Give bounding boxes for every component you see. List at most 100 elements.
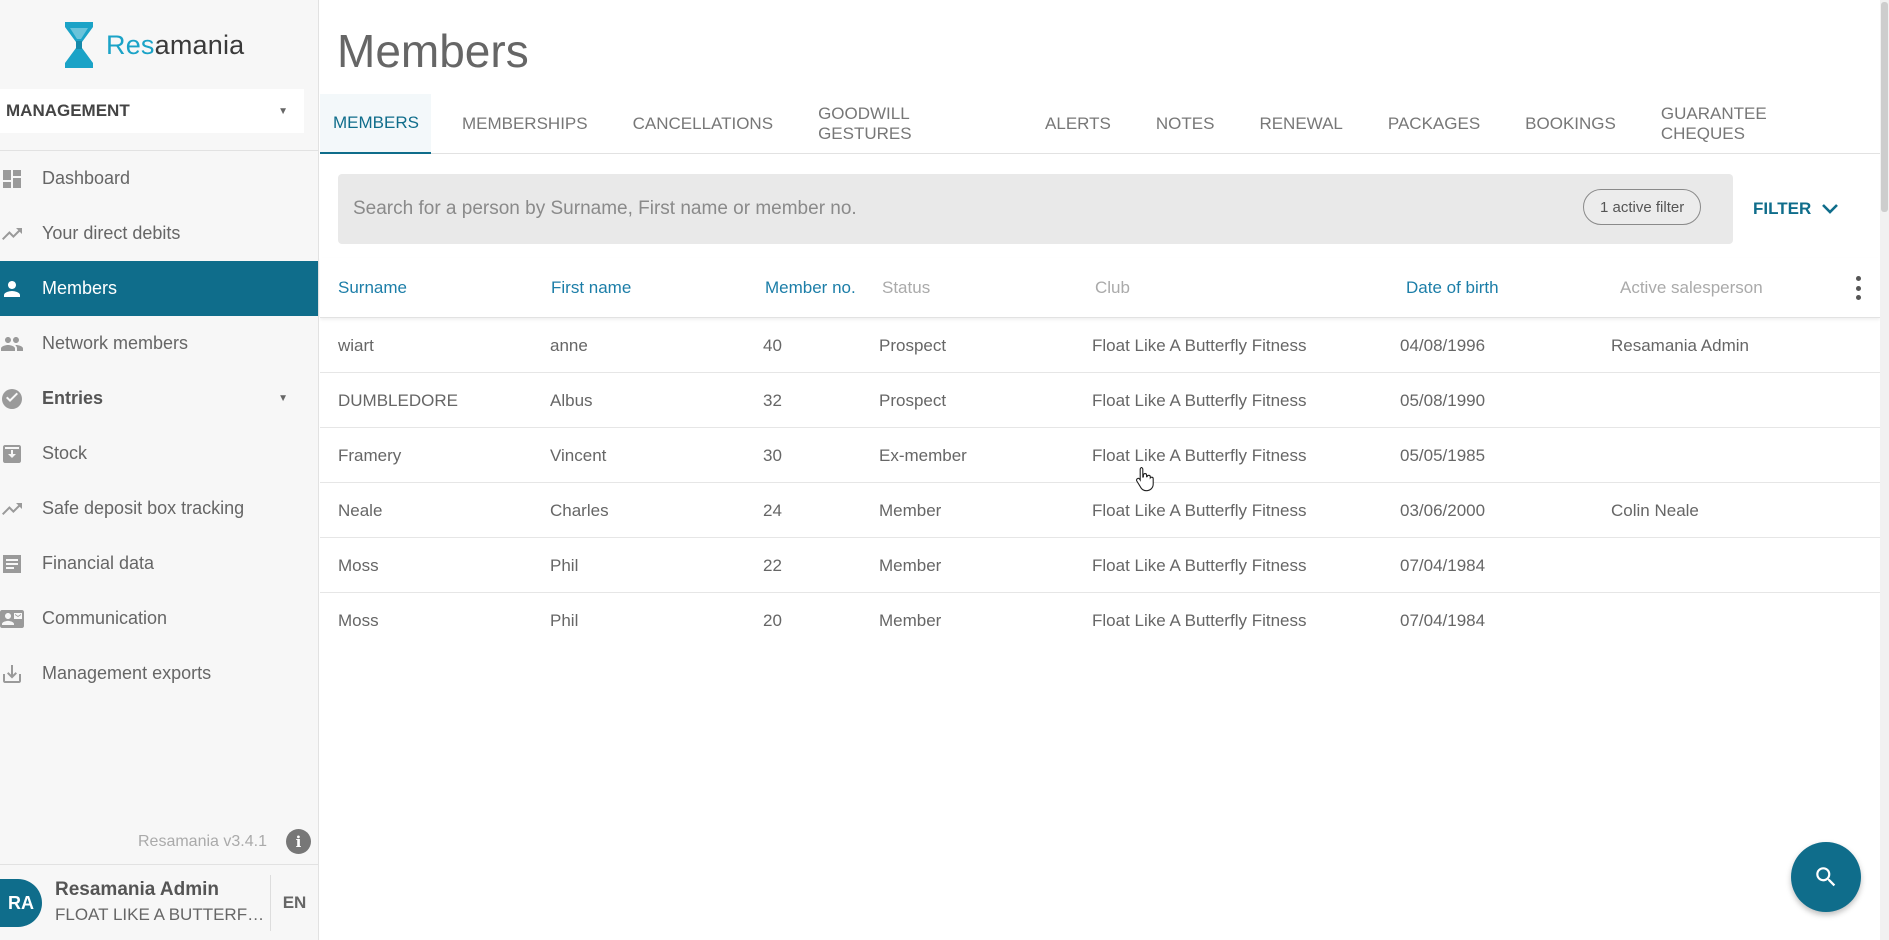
cell-date-of-birth: 04/08/1996 <box>1400 335 1486 355</box>
main-content: Members MEMBERS MEMBERSHIPS CANCELLATION… <box>320 0 1889 940</box>
sidebar-item-label: Network members <box>42 333 189 353</box>
cell-surname: wiart <box>338 335 374 355</box>
download-icon <box>0 646 28 701</box>
column-header-active-salesperson: Active salesperson <box>1620 278 1763 297</box>
table-row[interactable]: wiart anne 40 Prospect Float Like A Butt… <box>320 318 1880 373</box>
cell-surname: Neale <box>338 500 383 520</box>
section-select-value: MANAGEMENT <box>6 101 130 120</box>
cell-member-no: 22 <box>763 555 782 575</box>
table-row[interactable]: Framery Vincent 30 Ex-member Float Like … <box>320 428 1880 483</box>
receipt-icon <box>0 536 28 591</box>
section-select[interactable]: MANAGEMENT ▼ <box>0 89 304 133</box>
tab-notes[interactable]: NOTES <box>1143 94 1228 154</box>
info-icon[interactable]: i <box>286 829 311 854</box>
cell-first-name: Albus <box>550 390 593 410</box>
avatar[interactable]: RA <box>0 879 42 927</box>
sidebar-item-entries[interactable]: Entries ▼ <box>0 371 318 426</box>
sidebar-item-members[interactable]: Members <box>0 261 318 316</box>
language-switch[interactable]: EN <box>270 875 318 931</box>
sidebar-item-label: Dashboard <box>42 168 131 188</box>
members-table-body: wiart anne 40 Prospect Float Like A Butt… <box>320 318 1880 648</box>
cell-date-of-birth: 03/06/2000 <box>1400 500 1486 520</box>
sidebar-item-financial-data[interactable]: Financial data <box>0 536 318 591</box>
active-filter-chip[interactable]: 1 active filter <box>1583 189 1702 225</box>
cell-first-name: Phil <box>550 610 579 630</box>
resamania-logo-icon <box>65 22 93 68</box>
tab-packages[interactable]: PACKAGES <box>1375 94 1493 154</box>
column-header-surname[interactable]: Surname <box>338 258 407 318</box>
cell-surname: Moss <box>338 610 379 630</box>
cell-date-of-birth: 05/08/1990 <box>1400 390 1486 410</box>
sidebar-item-communication[interactable]: Communication <box>0 591 318 646</box>
sidebar-item-label: Your direct debits <box>42 223 181 243</box>
tab-memberships[interactable]: MEMBERSHIPS <box>449 94 601 154</box>
cell-member-no: 24 <box>763 500 782 520</box>
sidebar-item-label: Management exports <box>42 663 212 683</box>
cell-club: Float Like A Butterfly Fitness <box>1092 390 1307 410</box>
entries-icon <box>0 371 28 426</box>
search-input[interactable] <box>353 174 1503 244</box>
table-row[interactable]: Moss Phil 22 Member Float Like A Butterf… <box>320 538 1880 593</box>
cell-first-name: Phil <box>550 555 579 575</box>
page-title: Members <box>337 25 529 77</box>
cell-status: Member <box>879 500 942 520</box>
cell-first-name: Charles <box>550 500 609 520</box>
cell-status: Member <box>879 610 942 630</box>
contact-mail-icon <box>0 591 28 646</box>
app-window: Resamania MANAGEMENT ▼ Dashboard Your di… <box>0 0 1889 940</box>
sidebar-item-label: Entries <box>42 388 104 408</box>
vertical-scrollbar[interactable] <box>1880 0 1889 940</box>
tab-members[interactable]: MEMBERS <box>320 94 431 154</box>
tab-renewal[interactable]: RENEWAL <box>1246 94 1355 154</box>
cell-date-of-birth: 07/04/1984 <box>1400 555 1486 575</box>
scrollbar-thumb[interactable] <box>1881 2 1888 212</box>
table-header: Surname First name Member no. Status Clu… <box>320 258 1880 318</box>
table-row[interactable]: Neale Charles 24 Member Float Like A But… <box>320 483 1880 538</box>
sidebar-item-label: Stock <box>42 443 88 463</box>
user-panel: RA Resamania Admin FLOAT LIKE A BUTTERFL… <box>0 864 318 940</box>
chevron-down-icon <box>1822 204 1839 214</box>
sidebar-item-network-members[interactable]: Network members <box>0 316 318 371</box>
trending-icon <box>0 481 28 536</box>
logo[interactable]: Resamania <box>62 18 244 72</box>
column-header-date-of-birth[interactable]: Date of birth <box>1406 258 1499 318</box>
filter-button[interactable]: FILTER <box>1753 190 1839 228</box>
sidebar-item-dashboard[interactable]: Dashboard <box>0 151 318 206</box>
sidebar-item-safe-deposit[interactable]: Safe deposit box tracking <box>0 481 318 536</box>
table-row[interactable]: Moss Phil 20 Member Float Like A Butterf… <box>320 593 1880 648</box>
cell-club: Float Like A Butterfly Fitness <box>1092 500 1307 520</box>
column-header-club: Club <box>1095 278 1130 297</box>
sidebar-item-label: Safe deposit box tracking <box>42 498 245 518</box>
cell-salesperson: Resamania Admin <box>1611 335 1749 355</box>
tab-guarantee-cheques[interactable]: GUARANTEE CHEQUES <box>1648 94 1861 154</box>
column-header-first-name[interactable]: First name <box>551 258 631 318</box>
cell-club: Float Like A Butterfly Fitness <box>1092 445 1307 465</box>
column-header-member-no[interactable]: Member no. <box>765 258 856 318</box>
hand-cursor-icon <box>1136 466 1154 492</box>
cell-surname: Moss <box>338 555 379 575</box>
cell-status: Ex-member <box>879 445 967 465</box>
tab-goodwill-gestures[interactable]: GOODWILL GESTURES <box>805 94 1013 154</box>
sidebar-item-management-exports[interactable]: Management exports <box>0 646 318 701</box>
search-icon <box>1816 867 1836 887</box>
cell-salesperson: Colin Neale <box>1611 500 1699 520</box>
cell-first-name: anne <box>550 335 588 355</box>
cell-status: Prospect <box>879 335 947 355</box>
sidebar-item-label: Communication <box>42 608 168 628</box>
person-icon <box>0 261 28 316</box>
sidebar-item-stock[interactable]: Stock <box>0 426 318 481</box>
table-row[interactable]: DUMBLEDORE Albus 32 Prospect Float Like … <box>320 373 1880 428</box>
more-vert-icon[interactable] <box>1848 276 1868 300</box>
tab-alerts[interactable]: ALERTS <box>1032 94 1124 154</box>
tab-bookings[interactable]: BOOKINGS <box>1512 94 1629 154</box>
cell-member-no: 40 <box>763 335 782 355</box>
sidebar-nav: Dashboard Your direct debits Members Net… <box>0 150 318 701</box>
tab-cancellations[interactable]: CANCELLATIONS <box>620 94 786 154</box>
filter-label: FILTER <box>1753 199 1812 218</box>
app-version: Resamania v3.4.1 <box>138 833 267 850</box>
search-fab-button[interactable] <box>1791 842 1861 912</box>
cell-member-no: 30 <box>763 445 782 465</box>
cell-member-no: 32 <box>763 390 782 410</box>
stock-icon <box>0 426 28 481</box>
sidebar-item-direct-debits[interactable]: Your direct debits <box>0 206 318 261</box>
